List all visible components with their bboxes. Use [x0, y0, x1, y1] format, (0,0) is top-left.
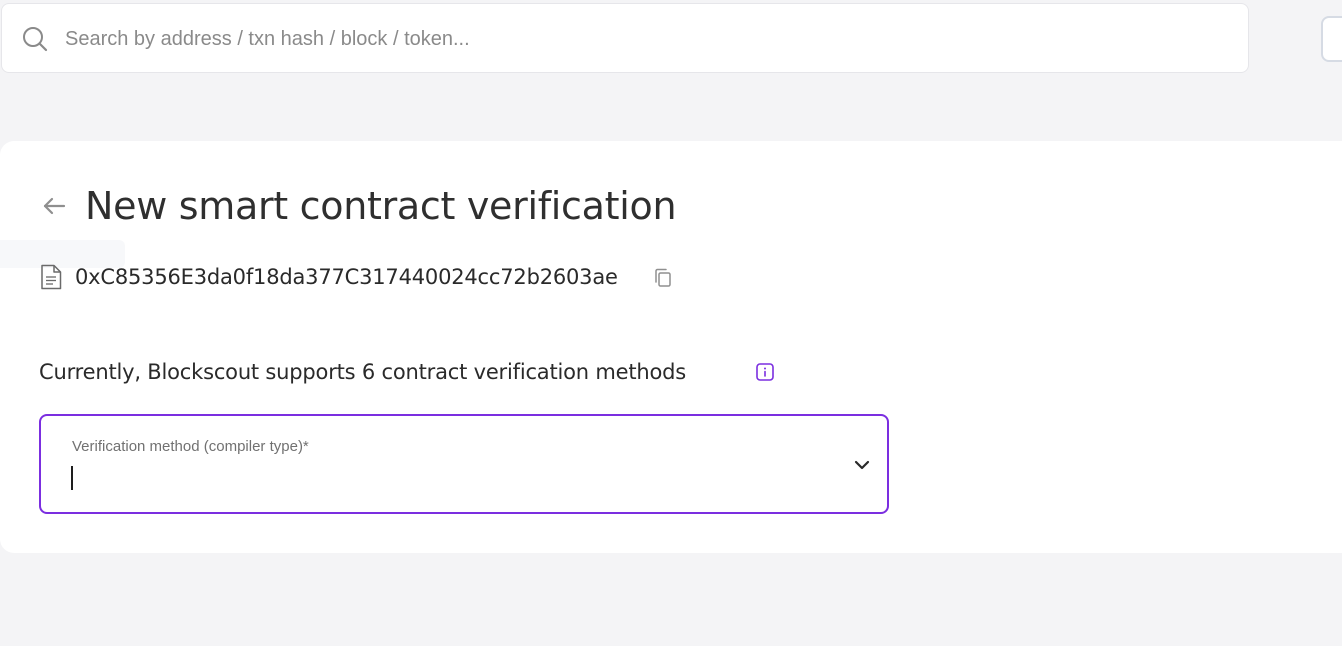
- verification-methods-text: Currently, Blockscout supports 6 contrac…: [39, 360, 687, 384]
- search-input[interactable]: [65, 24, 1225, 54]
- text-cursor: [71, 466, 73, 490]
- search-bar[interactable]: [1, 3, 1249, 73]
- search-icon: [23, 27, 48, 52]
- contract-address: 0xC85356E3da0f18da377C317440024cc72b2603…: [75, 265, 618, 289]
- verification-method-label: Verification method (compiler type)*: [72, 438, 309, 455]
- copy-icon[interactable]: [654, 268, 672, 288]
- header-action-button[interactable]: [1321, 16, 1342, 62]
- verification-method-select[interactable]: Verification method (compiler type)*: [39, 414, 889, 514]
- info-icon[interactable]: [756, 363, 774, 381]
- chevron-down-icon[interactable]: [853, 456, 871, 474]
- page-title: New smart contract verification: [85, 184, 677, 228]
- verification-method-input[interactable]: [70, 464, 810, 494]
- arrow-left-icon[interactable]: [41, 194, 67, 218]
- file-document-icon: [41, 264, 62, 290]
